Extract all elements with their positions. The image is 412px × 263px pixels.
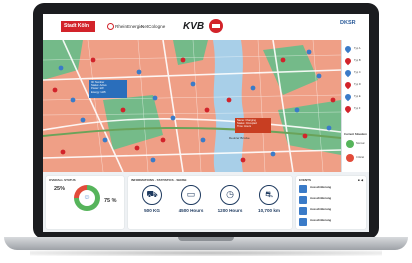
statistics-panel: INFORMATIONS - STATISTICS - SENSE ⛟ 500 … xyxy=(128,176,292,229)
legend-item[interactable]: Typ D xyxy=(343,80,369,90)
metric-value: 10,700 km xyxy=(258,208,280,213)
event-item[interactable]: Ausschilderung xyxy=(299,196,363,205)
status-normal-icon xyxy=(346,140,354,148)
legend-item[interactable]: Typ F xyxy=(343,104,369,114)
map-pin-icon xyxy=(343,68,353,78)
right-percentage: 75 % xyxy=(104,198,117,204)
rheinenergie-mark-icon xyxy=(107,23,114,31)
legend-label: Typ F xyxy=(354,107,361,110)
metric-value: 4500 Hours xyxy=(178,208,204,213)
event-title: Ausschilderung xyxy=(310,218,332,222)
panel-title: OVERALL STATUS xyxy=(49,178,76,182)
car-icon: ⛐ xyxy=(259,185,279,205)
metric-card[interactable]: ⛟ 500 KG xyxy=(134,185,170,229)
road-label: Deutzer Brücke xyxy=(229,136,250,140)
battery-icon: ▭ xyxy=(181,185,201,205)
events-pager[interactable]: ■ ◀ xyxy=(358,178,363,182)
event-icon xyxy=(299,207,307,215)
legend-label: Typ B xyxy=(354,59,361,62)
tooltip-line: Time: Hours xyxy=(237,125,252,129)
overall-status-panel: OVERALL STATUS 25% ☺ 75 % xyxy=(46,176,124,229)
left-percentage: 25% xyxy=(54,186,66,192)
event-icon xyxy=(299,185,307,193)
legend-item[interactable]: Typ A xyxy=(343,44,369,54)
station-info-tooltip-red: Name: Charging Status: Occupied Time: Ho… xyxy=(235,118,271,133)
rheinenergie-label: RheinEnergie xyxy=(115,24,143,29)
bottom-panels: OVERALL STATUS 25% ☺ 75 % INFORMATIONS -… xyxy=(43,172,369,232)
event-icon xyxy=(299,218,307,226)
dksr-logo[interactable]: DKSR xyxy=(340,20,356,27)
clock-icon: ◷ xyxy=(220,185,240,205)
kvb-arrow-icon xyxy=(209,19,223,33)
event-item[interactable]: Ausschilderung xyxy=(299,185,363,194)
legend-label: Typ A xyxy=(354,47,361,50)
event-item[interactable]: Ausschilderung xyxy=(299,218,363,227)
events-panel: EVENTS ■ ◀ Ausschilderung Ausschilderung… xyxy=(296,176,366,229)
map-legend-panel: Typ A Typ B Typ C Typ D Typ E Typ F Curr… xyxy=(341,40,369,172)
netcologne-label: NetCologne xyxy=(141,24,166,29)
map-canvas xyxy=(43,40,341,172)
tooltip-line: Energy: kWh xyxy=(91,90,106,94)
city-map[interactable]: ID: Number Status: Active Power: kW Ener… xyxy=(43,40,341,172)
event-title: Ausschilderung xyxy=(310,207,332,211)
kvb-logo[interactable]: KVB xyxy=(183,20,204,33)
panel-title: INFORMATIONS - STATISTICS - SENSE xyxy=(131,178,187,182)
event-title: Ausschilderung xyxy=(310,185,332,189)
legend-label: Typ D xyxy=(354,83,361,86)
station-info-tooltip-blue: ID: Number Status: Active Power: kW Ener… xyxy=(89,80,127,98)
metric-card[interactable]: ⛐ 10,700 km xyxy=(251,185,287,229)
status-legend-title: Current Situation xyxy=(344,132,367,136)
event-icon xyxy=(299,196,307,204)
people-icon: ☺ xyxy=(83,194,91,201)
dashboard-screen: Stadt Köln RheinEnergie NetCologne KVB D… xyxy=(43,14,369,232)
truck-icon: ⛟ xyxy=(142,185,162,205)
legend-item[interactable]: Typ C xyxy=(343,68,369,78)
panel-title: EVENTS xyxy=(299,178,312,182)
laptop-notch xyxy=(178,237,234,241)
netcologne-logo[interactable]: NetCologne xyxy=(141,22,165,31)
map-pin-icon xyxy=(343,44,353,54)
map-pin-icon xyxy=(343,92,353,102)
metric-value: 500 KG xyxy=(144,208,160,213)
map-pin-icon xyxy=(343,80,353,90)
map-pin-icon xyxy=(343,104,353,114)
legend-label: Typ C xyxy=(354,71,361,74)
legend-label: Typ E xyxy=(354,95,361,98)
stadt-koeln-logo[interactable]: Stadt Köln xyxy=(61,21,95,32)
status-critical-icon xyxy=(346,154,354,162)
metric-card[interactable]: ▭ 4500 Hours xyxy=(173,185,209,229)
map-pin-icon xyxy=(343,56,353,66)
metric-card[interactable]: ◷ 1200 Hours xyxy=(212,185,248,229)
status-critical-label: Critical xyxy=(356,156,364,159)
event-title: Ausschilderung xyxy=(310,196,332,200)
legend-item[interactable]: Typ B xyxy=(343,56,369,66)
laptop-shadow xyxy=(30,250,382,256)
event-item[interactable]: Ausschilderung xyxy=(299,207,363,216)
status-normal-label: Normal xyxy=(356,142,365,145)
metric-value: 1200 Hours xyxy=(217,208,243,213)
legend-item[interactable]: Typ E xyxy=(343,92,369,102)
header-bar: Stadt Köln RheinEnergie NetCologne KVB D… xyxy=(43,14,369,41)
rheinenergie-logo[interactable]: RheinEnergie xyxy=(107,22,143,31)
